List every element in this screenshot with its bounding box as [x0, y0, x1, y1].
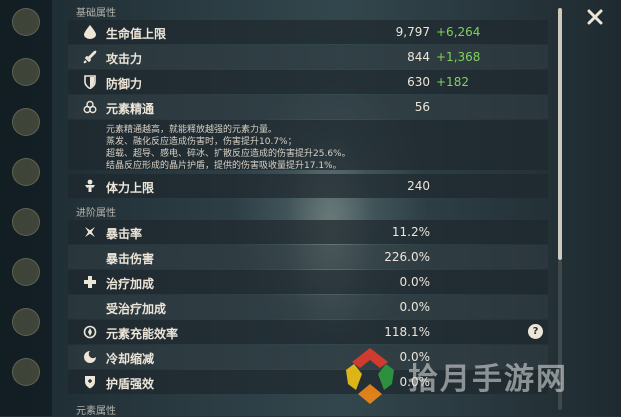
section-title-base: 基础属性: [76, 8, 116, 19]
character-avatar[interactable]: [12, 108, 40, 136]
stat-label: 暴击伤害: [106, 252, 155, 266]
healing-cross-icon: [82, 274, 98, 290]
character-avatar[interactable]: [12, 158, 40, 186]
stat-row-def: 防御力 630 +182: [68, 70, 548, 94]
character-avatar[interactable]: [12, 58, 40, 86]
cd-reduction-icon: [82, 349, 98, 365]
hp-drop-icon: [82, 24, 98, 40]
energy-recharge-icon: [82, 324, 98, 340]
stat-label: 攻击力: [106, 52, 143, 66]
character-avatar[interactable]: [12, 358, 40, 386]
stat-value: 0.0%: [399, 300, 431, 314]
stat-value: 630: [407, 75, 430, 89]
stat-value: 844: [407, 50, 430, 64]
stat-label: 生命值上限: [106, 27, 167, 41]
close-icon: [587, 9, 603, 25]
stat-value: 226.0%: [384, 250, 430, 264]
stat-label: 元素充能效率: [106, 327, 179, 341]
character-avatar[interactable]: [12, 8, 40, 36]
shield-strength-icon: [82, 374, 98, 390]
stat-label: 受治疗加成: [106, 302, 167, 316]
crit-rate-icon: [82, 224, 98, 240]
help-button[interactable]: ?: [528, 324, 543, 339]
stat-value: 56: [414, 100, 430, 114]
section-title-advanced: 进阶属性: [76, 208, 116, 219]
elemental-mastery-icon: [82, 99, 98, 115]
stat-row-crit-dmg: 暴击伤害 226.0%: [68, 245, 548, 269]
section-title-elemental: 元素属性: [76, 406, 116, 417]
stat-row-crit-rate: 暴击率 11.2%: [68, 220, 548, 244]
stat-label: 防御力: [106, 77, 143, 91]
stat-value: 9,797: [395, 25, 430, 39]
stat-bonus: +1,368: [436, 50, 481, 64]
stat-row-atk: 攻击力 844 +1,368: [68, 45, 548, 69]
stat-value: 118.1%: [384, 325, 430, 339]
shield-icon: [82, 74, 98, 90]
character-list-sidebar: [0, 0, 52, 416]
stat-label: 冷却缩减: [106, 352, 155, 366]
stat-bonus: +6,264: [436, 25, 481, 39]
stat-label: 护盾强效: [106, 377, 155, 391]
stat-label: 治疗加成: [106, 277, 155, 291]
character-avatar[interactable]: [12, 208, 40, 236]
watermark-text: 拾月手游网: [408, 362, 568, 397]
close-button[interactable]: [583, 5, 607, 29]
em-description-line: 结晶反应形成的晶片护盾，提供的伤害吸收量提升17.1%。: [106, 161, 342, 171]
watermark-logo-icon: [346, 348, 394, 404]
character-avatar[interactable]: [12, 308, 40, 336]
watermark: 拾月手游网: [338, 342, 618, 412]
stat-value: 0.0%: [399, 275, 431, 289]
stat-label: 暴击率: [106, 227, 143, 241]
stat-value: 240: [407, 179, 430, 193]
scrollbar-thumb[interactable]: [558, 8, 562, 260]
stat-bonus: +182: [436, 75, 469, 89]
stat-value: 11.2%: [391, 225, 430, 239]
stat-row-hp: 生命值上限 9,797 +6,264: [68, 20, 548, 44]
em-description: 元素精通越高，就能释放越强的元素力量。 蒸发、融化反应造成伤害时，伤害提升10.…: [68, 120, 548, 171]
stat-row-energy-recharge[interactable]: 元素充能效率 118.1% ?: [68, 320, 548, 344]
sword-icon: [82, 49, 98, 65]
character-avatar[interactable]: [12, 258, 40, 286]
stamina-icon: [82, 178, 98, 194]
stat-row-incoming-healing: 受治疗加成 0.0%: [68, 295, 548, 319]
stat-label: 体力上限: [106, 181, 155, 195]
stat-row-em[interactable]: 元素精通 56: [68, 95, 548, 119]
stat-row-healing: 治疗加成 0.0%: [68, 270, 548, 294]
stat-row-stamina: 体力上限 240: [68, 174, 548, 198]
stat-label: 元素精通: [106, 102, 155, 116]
